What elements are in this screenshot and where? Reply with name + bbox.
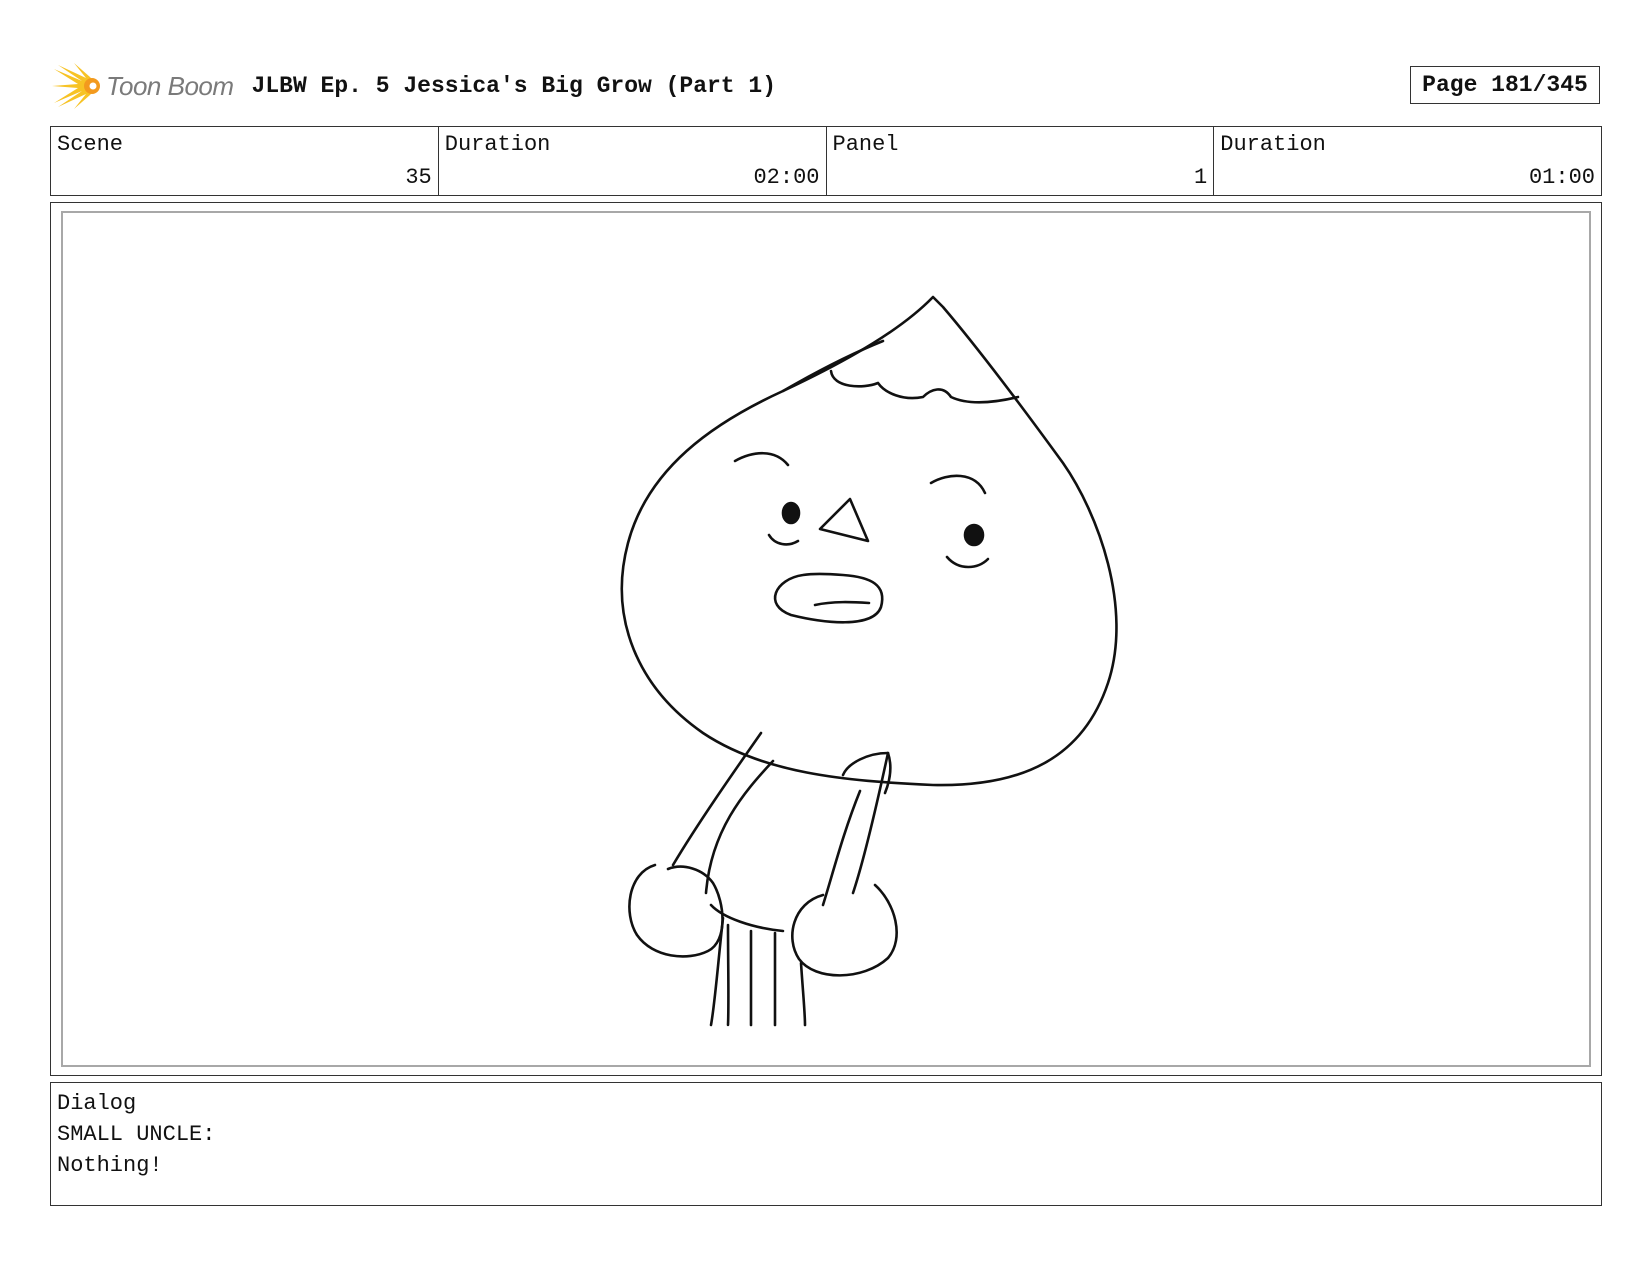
scene-duration-cell: Duration 02:00	[439, 127, 827, 195]
scene-duration-value: 02:00	[753, 165, 820, 190]
left-eye	[781, 501, 801, 525]
dialog-line: Nothing!	[57, 1153, 163, 1178]
page-number: Page 181/345	[1410, 66, 1600, 104]
scene-duration-label: Duration	[444, 132, 551, 157]
panel-duration-value: 01:00	[1528, 165, 1595, 190]
right-fist	[791, 883, 898, 977]
storyboard-panel	[50, 202, 1602, 1076]
character-sketch	[620, 295, 1118, 1027]
panel-duration-cell: Duration 01:00	[1214, 127, 1601, 195]
dialog-label: Dialog	[57, 1091, 137, 1116]
left-eye-lid	[767, 533, 800, 546]
scene-value: 35	[405, 165, 432, 190]
hair-scallop	[829, 369, 1020, 404]
panel-value: 1	[1194, 165, 1208, 190]
panel-cell: Panel 1	[827, 127, 1215, 195]
logo-text: Toon Boom	[106, 70, 234, 101]
left-fist	[628, 863, 724, 958]
document-title: JLBW Ep. 5 Jessica's Big Grow (Part 1)	[251, 73, 777, 99]
scene-info-row: Scene 35 Duration 02:00 Panel 1 Duration…	[50, 126, 1602, 196]
mouth-teeth	[813, 600, 871, 607]
leg-5	[799, 961, 807, 1027]
left-eyebrow	[733, 451, 790, 467]
right-eye-lid	[945, 555, 990, 569]
toon-boom-logo: Toon Boom	[52, 61, 234, 111]
scene-label: Scene	[57, 132, 124, 157]
panel-frame	[61, 211, 1591, 1067]
scene-cell: Scene 35	[51, 127, 439, 195]
mouth	[773, 572, 884, 624]
starburst-icon	[52, 63, 100, 109]
body-right	[851, 751, 890, 895]
leg-1	[709, 916, 725, 1027]
dialog-speaker: SMALL UNCLE:	[57, 1122, 216, 1147]
dialog-box: Dialog SMALL UNCLE: Nothing!	[50, 1082, 1602, 1206]
panel-duration-label: Duration	[1220, 132, 1326, 157]
right-eye	[963, 523, 985, 547]
nose	[818, 497, 870, 543]
right-eyebrow	[929, 474, 987, 495]
page-header: Toon Boom JLBW Ep. 5 Jessica's Big Grow …	[52, 58, 776, 114]
panel-label: Panel	[832, 132, 899, 157]
body-inner	[704, 759, 775, 895]
